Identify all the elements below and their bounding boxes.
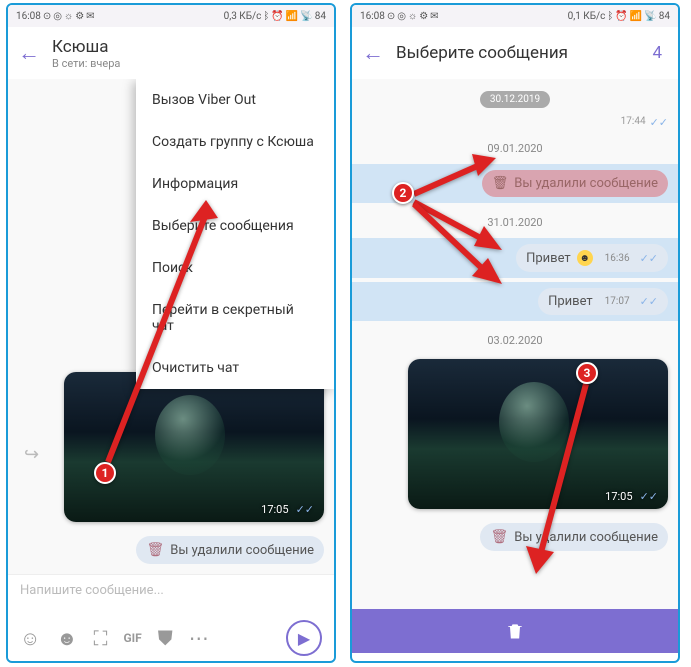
emoji-icon[interactable]: ☻ [56, 626, 77, 651]
deleted-message: 🗑 Вы удалили сообщение [352, 520, 678, 554]
alarm-icon: ⏰ [615, 11, 627, 22]
time-label: 16:08 [360, 11, 385, 22]
status-icon: ⚙ [75, 11, 84, 22]
chat-header: ← Ксюша В сети: вчера [8, 27, 334, 79]
msg-time: 16:36 [605, 253, 630, 264]
smile-emoji: ☻ [577, 250, 593, 266]
back-icon[interactable]: ← [362, 40, 384, 66]
status-icon: ✉ [430, 11, 438, 22]
status-icon: ⊙ [43, 11, 51, 22]
android-nav: ■ ◉ ◀ [8, 660, 334, 663]
message-selected[interactable]: Привет 17:07 ✓✓ [352, 282, 678, 321]
date-separator: 09.01.2020 [352, 137, 678, 156]
shop-icon[interactable]: ⛊ [158, 626, 173, 650]
status-icon: ◎ [53, 11, 62, 22]
chat-area: 30.12.2019 17:44✓✓ 09.01.2020 🗑 Вы удали… [352, 79, 678, 609]
trash-icon: 🗑 [490, 529, 508, 545]
image-time-stamp: 17:05✓✓ [261, 503, 314, 516]
msg-time: 17:07 [605, 296, 630, 307]
status-icon: ⊙ [387, 11, 395, 22]
menu-info[interactable]: Информация [136, 163, 334, 205]
status-icon: ◎ [397, 11, 406, 22]
net-speed: 0,3 КБ/с [224, 11, 262, 22]
trash-icon [505, 621, 525, 641]
trash-icon: 🗑 [146, 542, 164, 558]
wifi-icon: 📡 [300, 11, 312, 22]
status-bar: 16:08 ⊙ ◎ ☼ ⚙ ✉ 0,3 КБ/с ᛒ ⏰ 📶 📡 84 [8, 5, 334, 27]
arrow-1 [100, 200, 230, 474]
android-nav: ■ ◉ ◀ [352, 653, 678, 663]
selection-header: ← Выберите сообщения 4 [352, 27, 678, 79]
message-text: Привет [548, 294, 593, 309]
deleted-message: 🗑 Вы удалили сообщение [8, 533, 334, 567]
attachment-row: ☺ ☻ ⛶ GIF ⛊ ⋯ ▶ [8, 616, 334, 660]
callout-3: 3 [576, 362, 598, 384]
deleted-text: Вы удалили сообщение [170, 543, 314, 558]
back-icon[interactable]: ← [18, 40, 40, 66]
net-speed: 0,1 КБ/с [568, 11, 606, 22]
wifi-icon: 📡 [644, 11, 656, 22]
gif-icon[interactable]: GIF [123, 631, 141, 645]
date-separator: 31.01.2020 [352, 211, 678, 230]
menu-create-group[interactable]: Создать группу с Ксюша [136, 121, 334, 163]
bluetooth-icon: ᛒ [263, 11, 269, 22]
arrow-2a [410, 150, 500, 204]
deleted-text: Вы удалили сообщение [514, 176, 658, 191]
chat-title[interactable]: Ксюша [52, 37, 120, 57]
camera-icon[interactable]: ⛶ [93, 626, 107, 650]
time-label: 16:08 [16, 11, 41, 22]
date-separator: 03.02.2020 [352, 329, 678, 348]
selection-count: 4 [652, 43, 668, 63]
status-bar: 16:08 ⊙ ◎ ☼ ⚙ ✉ 0,1 КБ/с ᛒ ⏰ 📶 📡 84 [352, 5, 678, 27]
message-text: Привет [526, 251, 571, 266]
bluetooth-icon: ᛒ [607, 11, 613, 22]
image-message[interactable]: 17:05✓✓ [352, 356, 678, 512]
alarm-icon: ⏰ [271, 11, 283, 22]
arrow-2c [410, 200, 510, 294]
callout-1: 1 [94, 462, 116, 484]
signal-icon: 📶 [286, 11, 298, 22]
image-time-stamp: 17:05✓✓ [605, 490, 658, 503]
message-input[interactable]: Напишите сообщение... [8, 574, 334, 616]
read-ticks: ✓✓ [640, 295, 658, 308]
signal-icon: 📶 [630, 11, 642, 22]
phone-right: 16:08 ⊙ ◎ ☼ ⚙ ✉ 0,1 КБ/с ᛒ ⏰ 📶 📡 84 ← Вы… [350, 3, 680, 663]
status-icon: ☼ [408, 11, 417, 22]
send-button[interactable]: ▶ [286, 620, 322, 656]
sticker-icon[interactable]: ☺ [20, 626, 40, 651]
battery-label: 84 [315, 11, 326, 22]
delete-bar[interactable] [352, 609, 678, 653]
callout-2: 2 [392, 182, 414, 204]
timestamp: 17:44✓✓ [352, 116, 678, 129]
status-icon: ⚙ [419, 11, 428, 22]
read-ticks: ✓✓ [640, 252, 658, 265]
more-icon[interactable]: ⋯ [189, 626, 209, 650]
status-icon: ☼ [64, 11, 73, 22]
date-separator: 30.12.2019 [352, 87, 678, 108]
status-icon: ✉ [86, 11, 94, 22]
menu-viber-out[interactable]: Вызов Viber Out [136, 79, 334, 121]
chat-subtitle: В сети: вчера [52, 57, 120, 70]
arrow-3 [530, 380, 600, 584]
message-selected[interactable]: Привет ☻ 16:36 ✓✓ [352, 238, 678, 278]
header-title: Выберите сообщения [396, 43, 568, 63]
battery-label: 84 [659, 11, 670, 22]
